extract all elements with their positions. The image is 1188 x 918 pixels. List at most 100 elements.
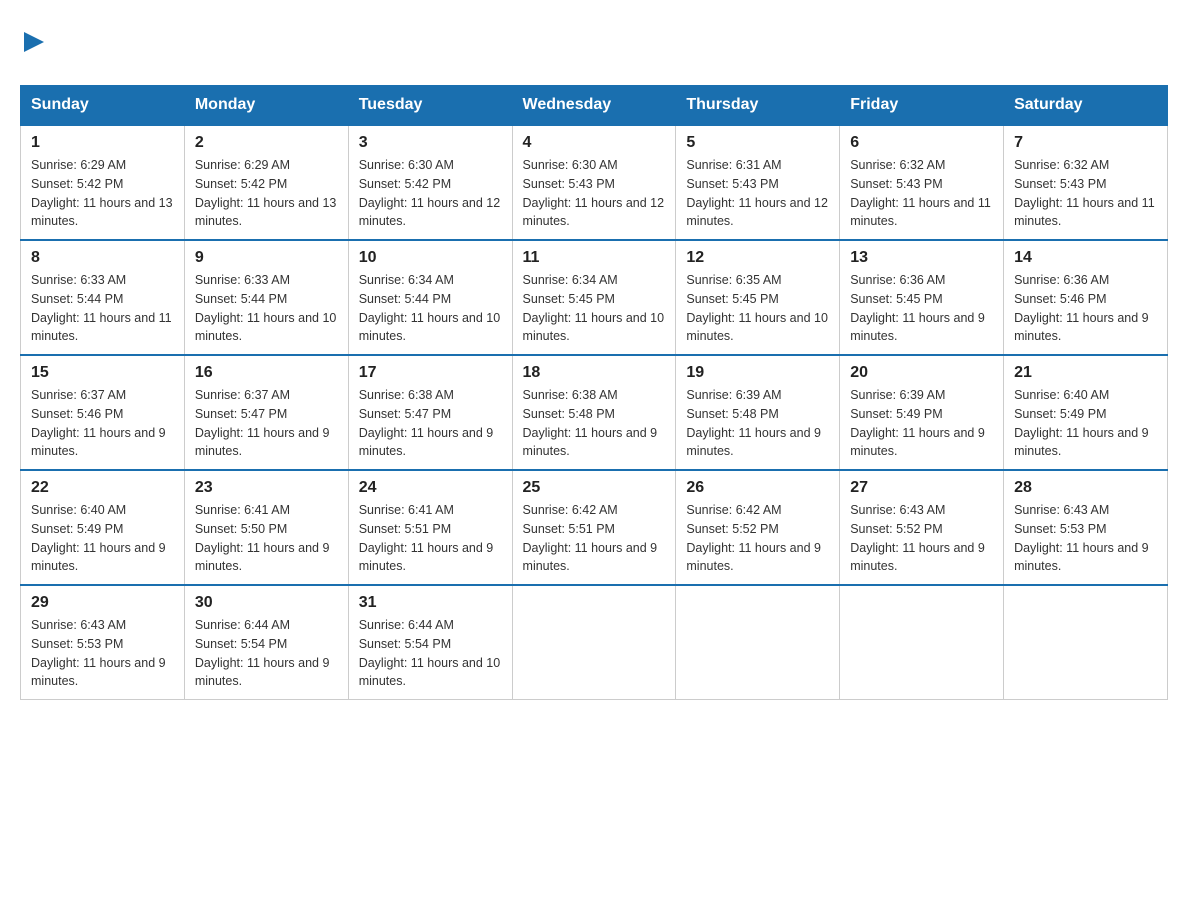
- calendar-header-sunday: Sunday: [21, 86, 185, 126]
- day-info: Sunrise: 6:31 AMSunset: 5:43 PMDaylight:…: [686, 156, 829, 231]
- calendar-day-22: 22 Sunrise: 6:40 AMSunset: 5:49 PMDayligh…: [21, 470, 185, 585]
- calendar-day-26: 26 Sunrise: 6:42 AMSunset: 5:52 PMDayligh…: [676, 470, 840, 585]
- day-info: Sunrise: 6:37 AMSunset: 5:47 PMDaylight:…: [195, 386, 338, 461]
- calendar-header-thursday: Thursday: [676, 86, 840, 126]
- day-number: 20: [850, 364, 993, 382]
- calendar-header-tuesday: Tuesday: [348, 86, 512, 126]
- day-info: Sunrise: 6:43 AMSunset: 5:52 PMDaylight:…: [850, 501, 993, 576]
- calendar-week-3: 15 Sunrise: 6:37 AMSunset: 5:46 PMDayligh…: [21, 355, 1168, 470]
- calendar-day-6: 6 Sunrise: 6:32 AMSunset: 5:43 PMDaylight…: [840, 125, 1004, 240]
- calendar-day-14: 14Sunrise: 6:36 AMSunset: 5:46 PMDayligh…: [1004, 240, 1168, 355]
- day-number: 5: [686, 134, 829, 152]
- calendar-week-1: 1 Sunrise: 6:29 AMSunset: 5:42 PMDaylight…: [21, 125, 1168, 240]
- day-info: Sunrise: 6:36 AMSunset: 5:46 PMDaylight:…: [1014, 271, 1157, 346]
- calendar-day-7: 7 Sunrise: 6:32 AMSunset: 5:43 PMDaylight…: [1004, 125, 1168, 240]
- calendar-week-5: 29 Sunrise: 6:43 AMSunset: 5:53 PMDayligh…: [21, 585, 1168, 700]
- day-info: Sunrise: 6:38 AMSunset: 5:48 PMDaylight:…: [523, 386, 666, 461]
- day-info: Sunrise: 6:32 AMSunset: 5:43 PMDaylight:…: [1014, 156, 1157, 231]
- calendar-day-10: 10Sunrise: 6:34 AMSunset: 5:44 PMDayligh…: [348, 240, 512, 355]
- day-info: Sunrise: 6:30 AMSunset: 5:42 PMDaylight:…: [359, 156, 502, 231]
- day-info: Sunrise: 6:44 AMSunset: 5:54 PMDaylight:…: [359, 616, 502, 691]
- calendar-day-20: 20 Sunrise: 6:39 AMSunset: 5:49 PMDayligh…: [840, 355, 1004, 470]
- calendar-day-21: 21Sunrise: 6:40 AMSunset: 5:49 PMDayligh…: [1004, 355, 1168, 470]
- day-number: 3: [359, 134, 502, 152]
- day-number: 15: [31, 364, 174, 382]
- day-number: 13: [850, 249, 993, 267]
- day-number: 27: [850, 479, 993, 497]
- day-number: 30: [195, 594, 338, 612]
- logo-wrapper: [20, 30, 44, 57]
- day-info: Sunrise: 6:40 AMSunset: 5:49 PMDaylight:…: [31, 501, 174, 576]
- day-number: 25: [523, 479, 666, 497]
- calendar-day-29: 29 Sunrise: 6:43 AMSunset: 5:53 PMDayligh…: [21, 585, 185, 700]
- empty-cell: [676, 585, 840, 700]
- day-number: 26: [686, 479, 829, 497]
- calendar-header-row: SundayMondayTuesdayWednesdayThursdayFrid…: [21, 86, 1168, 126]
- day-number: 1: [31, 134, 174, 152]
- calendar-header-saturday: Saturday: [1004, 86, 1168, 126]
- day-number: 31: [359, 594, 502, 612]
- calendar-header-friday: Friday: [840, 86, 1004, 126]
- day-number: 19: [686, 364, 829, 382]
- calendar-week-4: 22 Sunrise: 6:40 AMSunset: 5:49 PMDayligh…: [21, 470, 1168, 585]
- day-number: 29: [31, 594, 174, 612]
- day-info: Sunrise: 6:36 AMSunset: 5:45 PMDaylight:…: [850, 271, 993, 346]
- day-info: Sunrise: 6:43 AMSunset: 5:53 PMDaylight:…: [31, 616, 174, 691]
- day-info: Sunrise: 6:30 AMSunset: 5:43 PMDaylight:…: [523, 156, 666, 231]
- calendar-day-23: 23Sunrise: 6:41 AMSunset: 5:50 PMDayligh…: [184, 470, 348, 585]
- day-info: Sunrise: 6:29 AMSunset: 5:42 PMDaylight:…: [195, 156, 338, 231]
- day-number: 6: [850, 134, 993, 152]
- day-number: 16: [195, 364, 338, 382]
- day-info: Sunrise: 6:44 AMSunset: 5:54 PMDaylight:…: [195, 616, 338, 691]
- day-number: 2: [195, 134, 338, 152]
- day-number: 23: [195, 479, 338, 497]
- empty-cell: [512, 585, 676, 700]
- calendar-day-19: 19 Sunrise: 6:39 AMSunset: 5:48 PMDayligh…: [676, 355, 840, 470]
- empty-cell: [1004, 585, 1168, 700]
- logo-triangle-icon: [24, 32, 44, 52]
- calendar-day-31: 31 Sunrise: 6:44 AMSunset: 5:54 PMDayligh…: [348, 585, 512, 700]
- calendar-day-12: 12Sunrise: 6:35 AMSunset: 5:45 PMDayligh…: [676, 240, 840, 355]
- calendar-day-16: 16 Sunrise: 6:37 AMSunset: 5:47 PMDayligh…: [184, 355, 348, 470]
- calendar-day-2: 2 Sunrise: 6:29 AMSunset: 5:42 PMDaylight…: [184, 125, 348, 240]
- day-number: 22: [31, 479, 174, 497]
- calendar-day-30: 30 Sunrise: 6:44 AMSunset: 5:54 PMDayligh…: [184, 585, 348, 700]
- day-number: 28: [1014, 479, 1157, 497]
- day-info: Sunrise: 6:33 AMSunset: 5:44 PMDaylight:…: [31, 271, 174, 346]
- calendar-day-17: 17 Sunrise: 6:38 AMSunset: 5:47 PMDayligh…: [348, 355, 512, 470]
- calendar-header-wednesday: Wednesday: [512, 86, 676, 126]
- calendar-day-24: 24Sunrise: 6:41 AMSunset: 5:51 PMDayligh…: [348, 470, 512, 585]
- day-number: 24: [359, 479, 502, 497]
- calendar-table: SundayMondayTuesdayWednesdayThursdayFrid…: [20, 85, 1168, 700]
- day-info: Sunrise: 6:33 AMSunset: 5:44 PMDaylight:…: [195, 271, 338, 346]
- day-info: Sunrise: 6:42 AMSunset: 5:52 PMDaylight:…: [686, 501, 829, 576]
- day-info: Sunrise: 6:34 AMSunset: 5:44 PMDaylight:…: [359, 271, 502, 346]
- calendar-day-1: 1Sunrise: 6:29 AMSunset: 5:42 PMDaylight…: [21, 125, 185, 240]
- day-info: Sunrise: 6:35 AMSunset: 5:45 PMDaylight:…: [686, 271, 829, 346]
- day-info: Sunrise: 6:40 AMSunset: 5:49 PMDaylight:…: [1014, 386, 1157, 461]
- day-info: Sunrise: 6:42 AMSunset: 5:51 PMDaylight:…: [523, 501, 666, 576]
- day-number: 17: [359, 364, 502, 382]
- day-number: 8: [31, 249, 174, 267]
- calendar-day-18: 18 Sunrise: 6:38 AMSunset: 5:48 PMDayligh…: [512, 355, 676, 470]
- empty-cell: [840, 585, 1004, 700]
- day-info: Sunrise: 6:32 AMSunset: 5:43 PMDaylight:…: [850, 156, 993, 231]
- calendar-day-15: 15 Sunrise: 6:37 AMSunset: 5:46 PMDayligh…: [21, 355, 185, 470]
- day-number: 9: [195, 249, 338, 267]
- calendar-day-28: 28Sunrise: 6:43 AMSunset: 5:53 PMDayligh…: [1004, 470, 1168, 585]
- calendar-day-4: 4Sunrise: 6:30 AMSunset: 5:43 PMDaylight…: [512, 125, 676, 240]
- day-number: 11: [523, 249, 666, 267]
- calendar-day-3: 3 Sunrise: 6:30 AMSunset: 5:42 PMDaylight…: [348, 125, 512, 240]
- day-info: Sunrise: 6:39 AMSunset: 5:49 PMDaylight:…: [850, 386, 993, 461]
- calendar-day-27: 27 Sunrise: 6:43 AMSunset: 5:52 PMDayligh…: [840, 470, 1004, 585]
- day-info: Sunrise: 6:38 AMSunset: 5:47 PMDaylight:…: [359, 386, 502, 461]
- calendar-day-8: 8 Sunrise: 6:33 AMSunset: 5:44 PMDaylight…: [21, 240, 185, 355]
- calendar-day-11: 11Sunrise: 6:34 AMSunset: 5:45 PMDayligh…: [512, 240, 676, 355]
- day-number: 18: [523, 364, 666, 382]
- day-number: 7: [1014, 134, 1157, 152]
- day-info: Sunrise: 6:39 AMSunset: 5:48 PMDaylight:…: [686, 386, 829, 461]
- calendar-week-2: 8 Sunrise: 6:33 AMSunset: 5:44 PMDaylight…: [21, 240, 1168, 355]
- logo: [20, 30, 44, 57]
- day-info: Sunrise: 6:37 AMSunset: 5:46 PMDaylight:…: [31, 386, 174, 461]
- calendar-day-13: 13 Sunrise: 6:36 AMSunset: 5:45 PMDayligh…: [840, 240, 1004, 355]
